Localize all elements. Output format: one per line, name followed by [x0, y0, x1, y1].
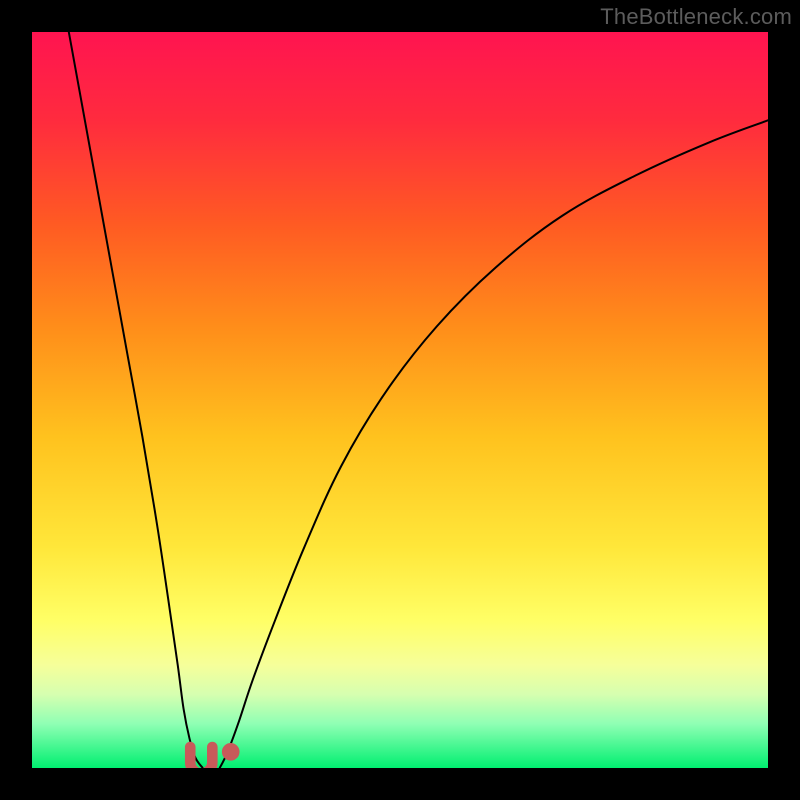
series-right-branch	[220, 120, 768, 768]
watermark-text: TheBottleneck.com	[600, 4, 792, 30]
chart-frame: TheBottleneck.com	[0, 0, 800, 800]
plot-area	[32, 32, 768, 768]
dot-marker	[222, 743, 240, 761]
chart-curves	[32, 32, 768, 768]
series-left-branch	[69, 32, 203, 768]
